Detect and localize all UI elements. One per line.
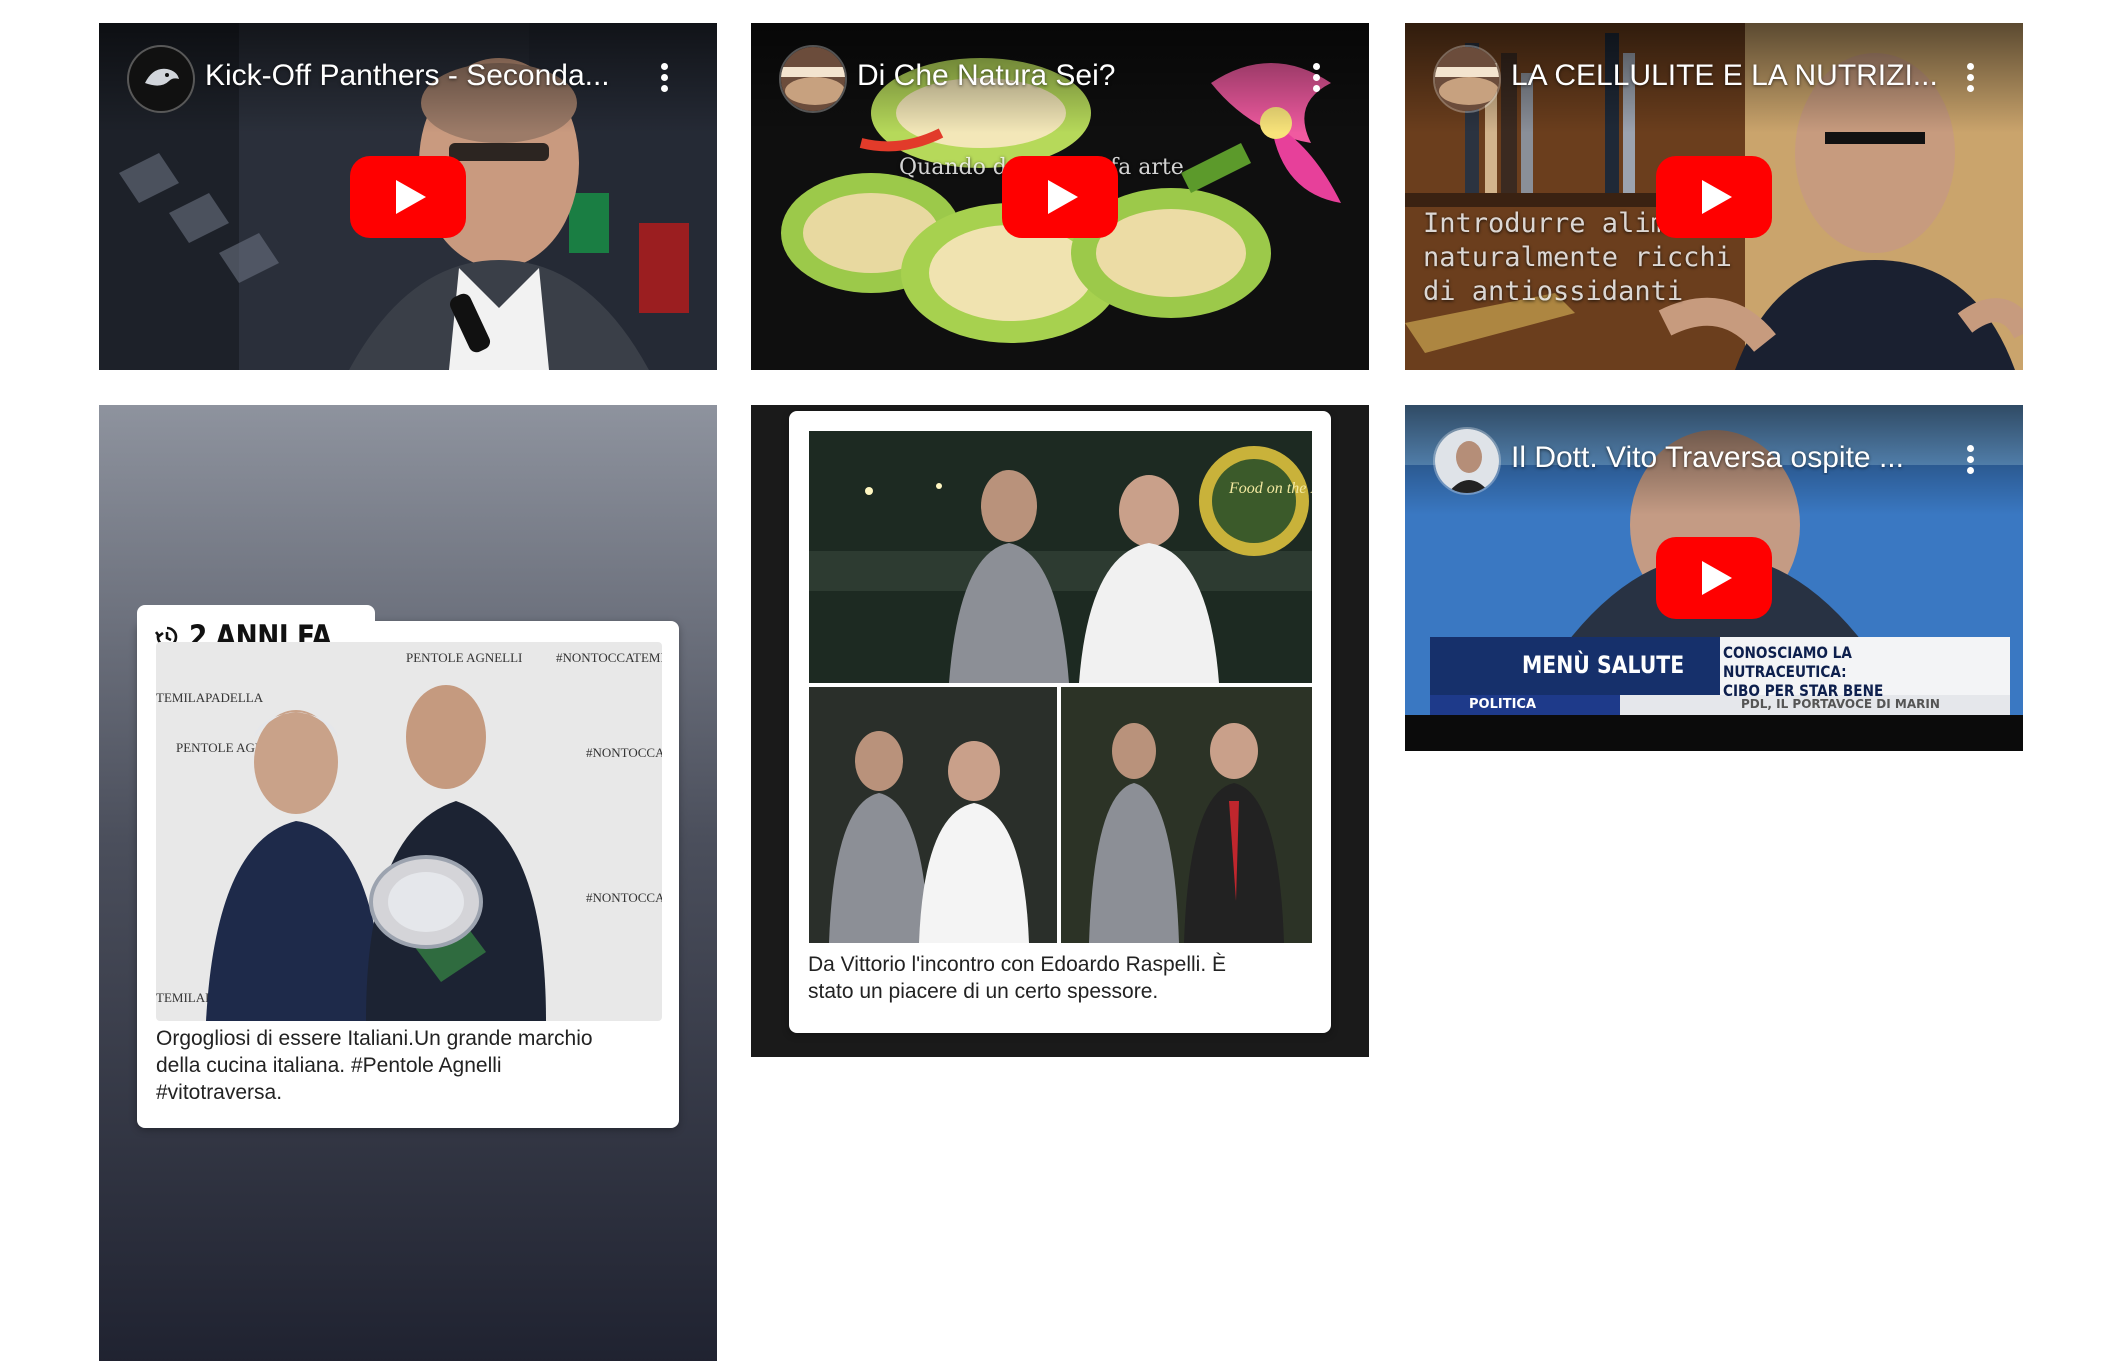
post-card-da-vittorio[interactable]: Food on the Road Da Vittorio l'incontro … xyxy=(751,405,1369,1057)
tv-section-label: POLITICA xyxy=(1469,697,1537,712)
video-card-vito-traversa-ospite[interactable]: MENÙ SALUTE CONOSCIAMO LA NUTRACEUTICA: … xyxy=(1405,405,2023,751)
tv-program-label: MENÙ SALUTE xyxy=(1522,651,1685,679)
more-options-icon[interactable] xyxy=(1965,445,1975,475)
svg-text:#NONTOCCATEMILAPADELLA: #NONTOCCATEMILAPADELLA xyxy=(556,650,662,665)
channel-avatar-icon[interactable] xyxy=(1433,45,1501,113)
video-title[interactable]: Kick-Off Panthers - Seconda... xyxy=(205,59,635,93)
play-button-icon[interactable] xyxy=(1656,537,1772,619)
svg-text:PENTOLE AGNELLI: PENTOLE AGNELLI xyxy=(406,650,522,665)
post-caption: Orgogliosi di essere Italiani.Un grande … xyxy=(156,1027,593,1104)
panther-logo-icon[interactable] xyxy=(127,45,195,113)
tv-headline: CONOSCIAMO LA NUTRACEUTICA: CIBO PER STA… xyxy=(1723,643,1884,700)
channel-avatar-icon[interactable] xyxy=(779,45,847,113)
video-title[interactable]: LA CELLULITE E LA NUTRIZI... xyxy=(1511,59,1941,93)
post-caption: Da Vittorio l'incontro con Edoardo Raspe… xyxy=(808,953,1227,1003)
more-options-icon[interactable] xyxy=(659,63,669,93)
video-title[interactable]: Il Dott. Vito Traversa ospite ... xyxy=(1511,441,1941,475)
video-card-kickoff-panthers[interactable]: Kick-Off Panthers - Seconda... xyxy=(99,23,717,370)
post-card-pentole-agnelli[interactable]: 2 ANNI FA PENTOLE AGNELLI #NONTOCCATEMIL… xyxy=(99,405,717,1361)
play-button-icon[interactable] xyxy=(1656,155,1772,238)
video-card-di-che-natura-sei[interactable]: Quando de ne fa arte Di Che Natura Sei? xyxy=(751,23,1369,370)
svg-text:TEMILAPADELLA: TEMILAPADELLA xyxy=(156,690,264,705)
post-photo: PENTOLE AGNELLI #NONTOCCATEMILAPADELLA T… xyxy=(156,642,662,1021)
svg-text:#NONTOCCA: #NONTOCCA xyxy=(586,890,662,905)
play-button-icon[interactable] xyxy=(1002,155,1118,238)
channel-avatar-icon[interactable] xyxy=(1433,427,1501,495)
video-title[interactable]: Di Che Natura Sei? xyxy=(857,59,1287,93)
more-options-icon[interactable] xyxy=(1311,63,1321,93)
svg-text:Food on the Road: Food on the Road xyxy=(1228,480,1312,497)
play-button-icon[interactable] xyxy=(350,155,466,238)
media-grid: Kick-Off Panthers - Seconda... Quando de… xyxy=(0,0,2128,1361)
more-options-icon[interactable] xyxy=(1965,63,1975,93)
tv-ticker: PDL, IL PORTAVOCE DI MARIN xyxy=(1741,697,1940,711)
video-card-cellulite-nutrizione[interactable]: Introdurre alime naturalmente ricchi di … xyxy=(1405,23,2023,370)
photo-collage: Food on the Road xyxy=(809,431,1312,943)
svg-text:#NONTOCCA: #NONTOCCA xyxy=(586,745,662,760)
